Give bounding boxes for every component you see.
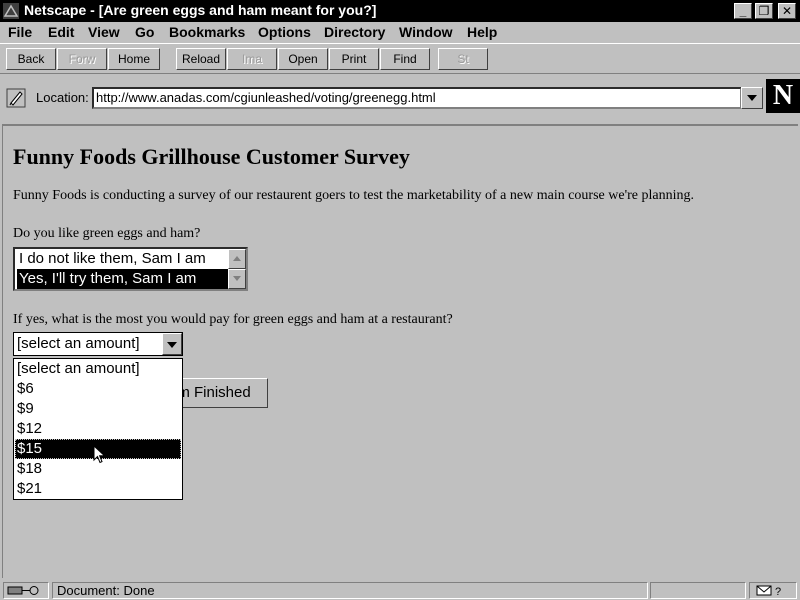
menu-bar: File Edit View Go Bookmarks Options Dire…	[0, 22, 800, 43]
toolbar: Back Forw Home Reload Ima Open Print Fin…	[0, 43, 800, 74]
url-history-dropdown-button[interactable]	[741, 87, 763, 109]
intro-paragraph: Funny Foods is conducting a survey of ou…	[13, 188, 694, 203]
restore-button[interactable]: ❐	[755, 3, 773, 19]
location-bar: Location: http://www.anadas.com/cgiunlea…	[0, 75, 800, 121]
menu-window[interactable]: Window	[399, 24, 453, 40]
amount-option[interactable]: $9	[15, 399, 181, 419]
amount-select-value: [select an amount]	[17, 335, 140, 352]
bookmark-quill-icon[interactable]	[6, 88, 26, 108]
location-label: Location:	[36, 90, 89, 105]
amount-option[interactable]: $6	[15, 379, 181, 399]
mail-envelope-icon[interactable]: ?	[756, 584, 792, 597]
open-button[interactable]: Open	[278, 48, 328, 70]
url-input[interactable]: http://www.anadas.com/cgiunleashed/votin…	[92, 87, 742, 109]
menu-go[interactable]: Go	[135, 24, 154, 40]
menu-help[interactable]: Help	[467, 24, 497, 40]
status-bar: Document: Done ?	[0, 580, 800, 600]
menu-options[interactable]: Options	[258, 24, 311, 40]
page-heading: Funny Foods Grillhouse Customer Survey	[13, 144, 410, 169]
progress-panel	[650, 582, 746, 599]
status-message-panel: Document: Done	[52, 582, 648, 599]
menu-view[interactable]: View	[88, 24, 120, 40]
security-key-icon	[7, 586, 39, 595]
amount-option[interactable]: $21	[15, 479, 181, 499]
back-button[interactable]: Back	[6, 48, 56, 70]
page-content: Funny Foods Grillhouse Customer Survey F…	[2, 124, 798, 578]
amount-option[interactable]: [select an amount]	[15, 359, 181, 379]
listbox-option[interactable]: I do not like them, Sam I am	[17, 249, 229, 269]
mail-indicator[interactable]: ?	[749, 582, 797, 599]
amount-dropdown-list[interactable]: [select an amount] $6 $9 $12 $15 $18 $21	[13, 358, 183, 500]
status-text: Document: Done	[57, 583, 155, 598]
window-title: Netscape - [Are green eggs and ham meant…	[24, 2, 377, 18]
reload-button[interactable]: Reload	[176, 48, 226, 70]
menu-directory[interactable]: Directory	[324, 24, 385, 40]
netscape-app-icon	[3, 3, 19, 19]
close-button[interactable]: ✕	[778, 3, 796, 19]
chevron-down-icon[interactable]	[162, 333, 182, 355]
mouse-pointer-icon	[93, 445, 106, 464]
minimize-button[interactable]: _	[734, 3, 752, 19]
question-2-label: If yes, what is the most you would pay f…	[13, 312, 453, 327]
forward-button[interactable]: Forw	[57, 48, 107, 70]
menu-file[interactable]: File	[8, 24, 32, 40]
print-button[interactable]: Print	[329, 48, 379, 70]
images-button[interactable]: Ima	[227, 48, 277, 70]
listbox-scrollbar[interactable]	[228, 249, 246, 289]
svg-text:?: ?	[775, 586, 781, 597]
stop-button[interactable]: St	[438, 48, 488, 70]
menu-edit[interactable]: Edit	[48, 24, 74, 40]
title-bar: Netscape - [Are green eggs and ham meant…	[0, 0, 800, 22]
green-eggs-listbox[interactable]: I do not like them, Sam I am Yes, I'll t…	[13, 247, 248, 291]
scroll-down-arrow-icon[interactable]	[228, 269, 246, 289]
question-1-label: Do you like green eggs and ham?	[13, 226, 201, 241]
netscape-logo[interactable]: N	[766, 79, 800, 113]
amount-select[interactable]: [select an amount]	[13, 332, 183, 356]
scroll-up-arrow-icon[interactable]	[228, 249, 246, 269]
listbox-option-selected[interactable]: Yes, I'll try them, Sam I am	[17, 269, 229, 289]
security-indicator	[3, 582, 49, 599]
amount-option[interactable]: $12	[15, 419, 181, 439]
menu-bookmarks[interactable]: Bookmarks	[169, 24, 245, 40]
home-button[interactable]: Home	[108, 48, 160, 70]
find-button[interactable]: Find	[380, 48, 430, 70]
